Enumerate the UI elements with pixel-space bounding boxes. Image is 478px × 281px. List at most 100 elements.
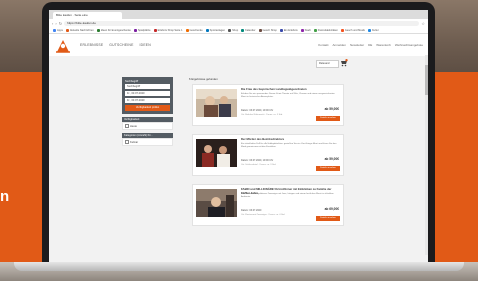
page-content: Relevanz Suchbegriff Suchbegriff Fr., 03… <box>49 56 428 246</box>
nav-gutscheine[interactable]: GUTSCHEINE <box>109 43 133 47</box>
forward-icon[interactable]: › <box>55 21 56 26</box>
bookmarks-bar: Apps Aktuelle Nachrichten Ideen für Eventg… <box>49 27 428 34</box>
result-price: ab 69,00€ <box>324 207 339 211</box>
link-kontakt[interactable]: Kontakt <box>318 43 328 47</box>
bookmark-item[interactable]: Stadt <box>300 28 311 32</box>
bookmark-label: Aktuelle Nachrichten <box>69 28 94 32</box>
bookmark-item[interactable]: Aktuelle Nachrichten <box>65 28 94 32</box>
bookmark-favicon-icon <box>300 28 304 32</box>
result-thumbnail[interactable] <box>196 139 237 167</box>
result-meta: Ort: Bahnhof Kalinowski · Dauer: ca. 3 S… <box>241 114 283 116</box>
result-description: Erleben Sie ein spannendes Dinner-Krimi-… <box>241 93 335 98</box>
bookmark-item[interactable]: Spielplätze <box>133 28 151 32</box>
check-availability-button[interactable]: Verfügbarkeit prüfen <box>125 105 170 111</box>
reload-icon[interactable]: ↻ <box>59 21 62 26</box>
bookmark-item[interactable]: Kalender <box>241 28 256 32</box>
bookmark-item[interactable]: Erlebnis Shop Seite 1 <box>153 28 183 32</box>
scrollbar-thumb[interactable] <box>425 65 428 95</box>
result-date: Datum: 03.07.2020, 19:00 Uhr <box>241 109 274 112</box>
laptop-base <box>14 262 464 271</box>
bookmark-label: Spielplätze <box>137 28 151 32</box>
back-icon[interactable]: ‹ <box>52 21 53 26</box>
bookmark-item[interactable]: Apps <box>53 28 63 32</box>
result-meta: Ort: Restaurant Zwanziger · Dauer: ca. 4… <box>241 214 286 216</box>
bookmark-item[interactable]: Kultur <box>367 28 379 32</box>
bookmark-item[interactable]: Geschenke <box>185 28 203 32</box>
bookmark-item[interactable]: Shop <box>228 28 239 32</box>
result-details-button[interactable]: Details ansehen <box>316 116 340 121</box>
date-from-field[interactable]: Fr., 03.07.2020 <box>125 91 170 96</box>
bookmark-favicon-icon <box>65 28 69 32</box>
address-bar: ‹ › ↻ https://bitte-kaufen.de ☆ <box>49 19 428 27</box>
results-count: 6 Ergebnisse gefunden <box>189 77 218 81</box>
bookmark-label: Sportanlagen <box>209 28 226 32</box>
result-description: Ein rätselhafter Fall für alle Hobbydete… <box>241 143 337 148</box>
bookmark-favicon-icon <box>279 28 283 32</box>
bookmark-favicon-icon <box>205 28 209 32</box>
nav-erlebnisse[interactable]: ERLEBNISSE <box>80 43 103 47</box>
result-title[interactable]: Die Frau des bayerischen Landtagsabgeord… <box>241 87 339 91</box>
bookmark-favicon-icon <box>96 28 100 32</box>
bookmark-favicon-icon <box>133 28 137 32</box>
bookmark-favicon-icon <box>367 28 371 32</box>
bookmark-label: Ein Erlebnis <box>283 28 298 32</box>
url-input[interactable]: https://bitte-kaufen.de <box>64 20 420 26</box>
bookmark-favicon-icon <box>185 28 189 32</box>
facet-option-kulinar[interactable]: Kulinar <box>122 138 173 146</box>
bookmark-label: Shop <box>232 28 239 32</box>
link-newsletter[interactable]: Newsletter <box>350 43 364 47</box>
link-weihnachtsangebote[interactable]: Weihnachtsangebote <box>395 43 423 47</box>
date-to-field[interactable]: Fr., 03.07.2020 <box>125 98 170 103</box>
result-thumbnail[interactable] <box>196 189 237 217</box>
bookmark-label: Stadt <box>304 28 311 32</box>
bookmark-item[interactable]: Ideen für Eventgeschenke <box>96 28 131 32</box>
bookmark-label: Geschenke <box>189 28 203 32</box>
bookmark-label: Apps <box>57 28 63 32</box>
language-flag-icon[interactable]: DE <box>368 43 372 47</box>
bookmark-label: Erlebnis Shop Seite 1 <box>157 28 183 32</box>
result-details-button[interactable]: Details ansehen <box>316 216 340 221</box>
bookmark-favicon-icon <box>313 28 317 32</box>
bookmark-label: Gesch Shop <box>262 28 277 32</box>
result-meta: Ort: Schlosshotel · Dauer: ca. 3 Std. <box>241 164 277 166</box>
bookmark-label: Freizeitaktivitäten <box>317 28 338 32</box>
bookmark-favicon-icon <box>241 28 245 32</box>
bookmark-label: Kalender <box>245 28 256 32</box>
browser-tab[interactable]: Bitte kaufen · Seite eine <box>53 12 122 19</box>
facet-option-label: Heute <box>130 124 137 128</box>
facet-option-label: Kulinar <box>130 140 139 144</box>
bookmark-favicon-icon <box>153 28 157 32</box>
cart-icon[interactable] <box>340 59 348 67</box>
checkbox-icon[interactable] <box>125 124 129 128</box>
bookmark-item[interactable]: Sportanlagen <box>205 28 226 32</box>
result-thumbnail[interactable] <box>196 89 237 117</box>
result-card[interactable]: Die Frau des bayerischen Landtagsabgeord… <box>192 84 344 126</box>
search-label: Suchbegriff <box>125 80 139 83</box>
search-box: Suchbegriff Suchbegriff Fr., 03.07.2020 … <box>122 77 173 114</box>
bookmark-item[interactable]: Freizeitaktivitäten <box>313 28 338 32</box>
sort-select[interactable]: Relevanz <box>316 60 339 68</box>
site-header: ERLEBNISSE GUTSCHEINE IDEEN Kontakt Anme… <box>49 34 428 56</box>
checkbox-icon[interactable] <box>125 140 129 144</box>
bookmark-label: Ideen für Eventgeschenke <box>100 28 131 32</box>
site-logo[interactable] <box>54 37 72 53</box>
search-input[interactable]: Suchbegriff <box>125 84 170 89</box>
link-anmelden[interactable]: Anmelden <box>332 43 346 47</box>
bookmark-label: Gesch und Musik <box>344 28 365 32</box>
result-price: ab 59,00€ <box>324 107 339 111</box>
main-nav: ERLEBNISSE GUTSCHEINE IDEEN <box>80 43 151 47</box>
bookmark-item[interactable]: Gesch und Musik <box>340 28 365 32</box>
result-description: Eine Reise in die goldenen Zwanziger mit… <box>241 193 334 198</box>
nav-ideen[interactable]: IDEEN <box>140 43 151 47</box>
facet-option-heute[interactable]: Heute <box>122 122 173 130</box>
star-icon[interactable]: ☆ <box>421 21 425 26</box>
link-warenkorb[interactable]: Warenkorb <box>376 43 391 47</box>
result-title[interactable]: Der Mörder des Bezirksdirektors <box>241 137 339 141</box>
result-card[interactable]: Der Mörder des Bezirksdirektors Ein räts… <box>192 134 344 176</box>
result-details-button[interactable]: Details ansehen <box>316 166 340 171</box>
result-card[interactable]: FABIO und MILLIONÄRE! Krimi-Dinner mit E… <box>192 184 344 226</box>
bookmark-item[interactable]: Gesch Shop <box>258 28 277 32</box>
bookmark-item[interactable]: Ein Erlebnis <box>279 28 298 32</box>
bookmark-favicon-icon <box>258 28 262 32</box>
result-price: ab 59,00€ <box>324 157 339 161</box>
